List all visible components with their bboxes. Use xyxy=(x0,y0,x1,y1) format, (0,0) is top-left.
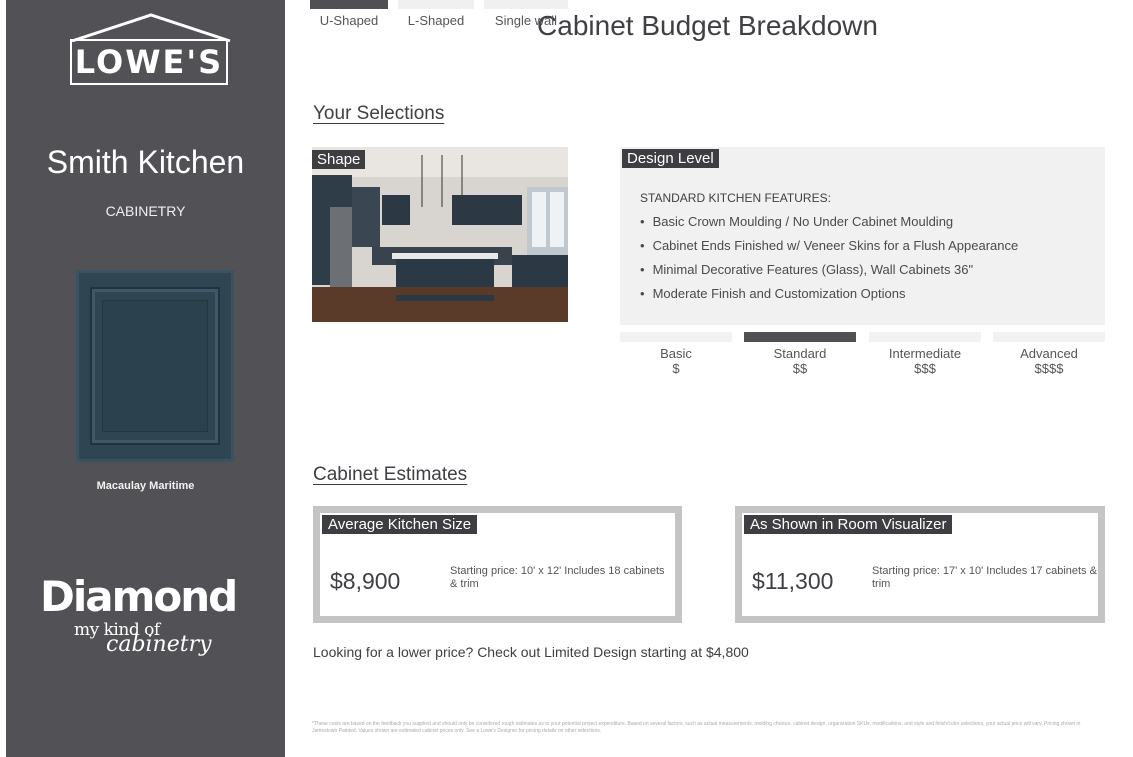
features-heading: STANDARD KITCHEN FEATURES: xyxy=(640,191,831,205)
feature-item: Cabinet Ends Finished w/ Veneer Skins fo… xyxy=(640,234,1019,258)
roof-icon xyxy=(71,13,231,42)
selection-bar xyxy=(398,0,474,9)
level-label: Intermediate xyxy=(888,346,962,361)
estimate-amount: $11,300 xyxy=(752,568,834,594)
selection-bar xyxy=(869,332,981,342)
estimate-card-visualizer: As Shown in Room Visualizer $11,300 Star… xyxy=(735,506,1105,623)
brand-name: Diamond xyxy=(40,572,238,621)
kitchen-name: Smith Kitchen xyxy=(46,144,245,180)
kitchen-photo: Shape xyxy=(312,147,568,322)
cabinet-door-swatch xyxy=(76,270,234,462)
level-option-intermediate[interactable]: Intermediate $$$ xyxy=(869,332,981,382)
shape-option-label: U-Shaped xyxy=(319,13,379,28)
design-level-tag: Design Level xyxy=(622,149,719,168)
feature-item: Moderate Finish and Customization Option… xyxy=(640,282,1018,306)
selection-bar xyxy=(620,332,732,342)
level-price: $$$$ xyxy=(1034,361,1064,376)
brand-registered-mark: ® xyxy=(228,578,234,587)
shape-tag: Shape xyxy=(312,150,366,169)
selection-bar xyxy=(993,332,1105,342)
level-option-basic[interactable]: Basic $ xyxy=(620,332,732,382)
features-list: Basic Crown Moulding / No Under Cabinet … xyxy=(640,210,1019,306)
estimates-heading: Cabinet Estimates xyxy=(313,464,468,485)
finish-name: Macaulay Maritime xyxy=(96,480,195,492)
brand-tagline-2: cabinetry xyxy=(106,632,212,657)
disclaimer: *These costs are based on the feedback y… xyxy=(312,721,1081,734)
level-price: $$ xyxy=(792,361,808,376)
level-price: $$$ xyxy=(914,361,936,376)
logo-text: LOWE'S xyxy=(74,43,224,81)
shape-option-l-shaped[interactable]: L-Shaped xyxy=(398,0,474,32)
level-option-standard[interactable]: Standard $$ xyxy=(744,332,856,382)
shape-option-label: L-Shaped xyxy=(407,13,465,28)
feature-item: Basic Crown Moulding / No Under Cabinet … xyxy=(640,210,1018,234)
lowes-logo[interactable]: LOWE'S xyxy=(66,12,236,88)
selection-bar xyxy=(484,0,568,9)
level-label: Standard xyxy=(773,346,827,361)
shape-option-label: Single wall xyxy=(494,13,558,28)
level-option-advanced[interactable]: Advanced $$$$ xyxy=(993,332,1105,382)
level-price: $ xyxy=(672,361,680,376)
selections-heading: Your Selections xyxy=(313,103,445,124)
category-label: CABINETRY xyxy=(105,203,186,219)
shape-option-single-wall[interactable]: Single wall xyxy=(484,0,568,32)
level-label: Advanced xyxy=(1020,346,1078,361)
estimate-tag: As Shown in Room Visualizer xyxy=(744,515,953,534)
level-label: Basic xyxy=(660,346,692,361)
feature-item: Minimal Decorative Features (Glass), Wal… xyxy=(640,258,1018,282)
estimate-description: Starting price: 17' x 10' Includes 17 ca… xyxy=(872,565,1097,590)
page: LOWE'S Smith Kitchen CABINETRY Macaulay … xyxy=(0,0,1133,757)
sidebar: LOWE'S Smith Kitchen CABINETRY Macaulay … xyxy=(6,0,285,757)
estimate-tag: Average Kitchen Size xyxy=(322,515,478,534)
shape-option-u-shaped[interactable]: U-Shaped xyxy=(310,0,388,32)
kitchen-image xyxy=(312,147,568,322)
estimate-description: Starting price: 10' x 12' Includes 18 ca… xyxy=(450,565,665,590)
selection-bar xyxy=(310,0,388,9)
selection-bar xyxy=(744,332,856,342)
estimate-amount: $8,900 xyxy=(330,568,401,594)
estimate-card-average: Average Kitchen Size $8,900 Starting pri… xyxy=(313,506,682,623)
limited-design-promo[interactable]: Looking for a lower price? Check out Lim… xyxy=(313,644,749,660)
